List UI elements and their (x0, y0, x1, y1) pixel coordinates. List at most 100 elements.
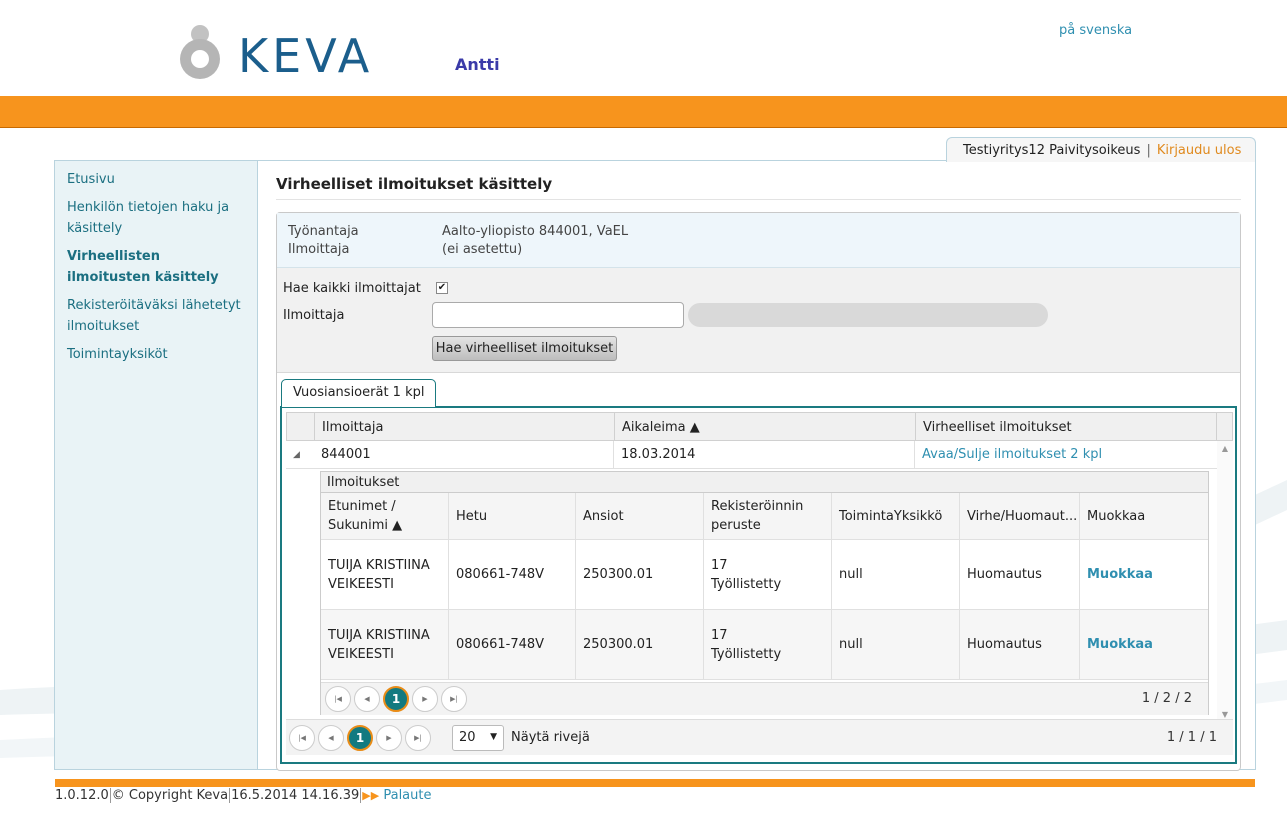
cell-name: TUIJA KRISTIINA VEIKEESTI (321, 540, 449, 609)
prev-page-icon[interactable]: ◀ (318, 725, 344, 751)
nested-pager: |◀ ◀ 1 ▶ ▶| 1 / 2 / 2 (321, 682, 1208, 715)
edit-link[interactable]: Muokkaa (1087, 565, 1153, 584)
cell-registration-basis: 17 Työllistetty (704, 540, 832, 609)
progress-bar (688, 303, 1048, 327)
basis-text: Työllistetty (711, 576, 782, 592)
page-size-value: 20 (459, 730, 476, 745)
main-frame: Etusivu Henkilön tietojen haku ja käsitt… (54, 160, 1256, 771)
content-area: Virheelliset ilmoitukset käsittely Työna… (276, 175, 1241, 771)
logout-link[interactable]: Kirjaudu ulos (1157, 143, 1242, 158)
employer-value: Aalto-yliopisto 844001, VaEL (442, 224, 629, 239)
scroll-up-arrow-icon[interactable]: ▲ (1217, 441, 1233, 453)
column-header-registration-basis[interactable]: Rekisteröinnin peruste (704, 493, 832, 539)
notices-grid: Ilmoittaja Aikaleima ▲ Virheelliset ilmo… (280, 406, 1237, 764)
feedback-arrow-icon: ▶▶ (362, 789, 380, 802)
reporter-input-label: Ilmoittaja (283, 308, 345, 323)
page-size-select[interactable]: 20 ▼ (452, 725, 504, 751)
column-header-unit[interactable]: ToimintaYksikkö (832, 493, 960, 539)
all-reporters-checkbox[interactable]: ✔ (436, 282, 448, 294)
cell-unit: null (832, 540, 960, 609)
nested-caption: Ilmoitukset (321, 472, 1208, 493)
current-page-button[interactable]: 1 (383, 686, 409, 712)
collapse-triangle-icon[interactable]: ◢ (286, 441, 314, 468)
orange-banner (0, 96, 1287, 128)
row-timestamp: 18.03.2014 (614, 441, 915, 468)
nested-header: Etunimet / Sukunimi ▲ Hetu Ansiot Rekist… (321, 493, 1208, 540)
orange-banner-border (0, 127, 1287, 128)
row-reporter: 844001 (314, 441, 614, 468)
grid-pager: |◀ ◀ 1 ▶ ▶| 20 ▼ Näytä rivejä 1 / 1 / 1 (286, 719, 1233, 755)
basis-text: Työllistetty (711, 646, 782, 662)
next-page-icon[interactable]: ▶ (376, 725, 402, 751)
cell-error: Huomautus (960, 540, 1080, 609)
cell-earnings: 250300.01 (576, 610, 704, 679)
sidebar-item-sent-notices[interactable]: Rekisteröitäväksi lähetetyt ilmoitukset (67, 295, 245, 337)
feedback-link[interactable]: Palaute (383, 788, 431, 803)
cell-hetu: 080661-748V (449, 610, 576, 679)
first-page-icon[interactable]: |◀ (289, 725, 315, 751)
page-title: Virheelliset ilmoitukset käsittely (276, 175, 1241, 200)
cell-earnings: 250300.01 (576, 540, 704, 609)
column-header-faulty-notices[interactable]: Virheelliset ilmoitukset (916, 413, 1217, 440)
column-header-hetu[interactable]: Hetu (449, 493, 576, 539)
column-header-reporter[interactable]: Ilmoittaja (315, 413, 615, 440)
search-faulty-notices-button[interactable]: Hae virheelliset ilmoitukset (432, 336, 617, 361)
grid-pager-info: 1 / 1 / 1 (1166, 730, 1217, 745)
rows-label: Näytä rivejä (511, 730, 590, 745)
column-header-error[interactable]: Virhe/Huomaut... (960, 493, 1080, 539)
table-row: ◢ 844001 18.03.2014 Avaa/Sulje ilmoituks… (286, 441, 1217, 469)
sidebar-item-person-search[interactable]: Henkilön tietojen haku ja käsittely (67, 197, 245, 239)
tab-annual-earnings[interactable]: Vuosiansioerät 1 kpl (281, 379, 437, 407)
toggle-notices-link[interactable]: Avaa/Sulje ilmoitukset 2 kpl (922, 447, 1102, 462)
info-box: Työnantaja Aalto-yliopisto 844001, VaEL … (277, 213, 1240, 268)
footer-timestamp: 16.5.2014 14.16.39 (231, 788, 360, 803)
scroll-down-arrow-icon[interactable]: ▼ (1217, 710, 1233, 719)
column-header-timestamp[interactable]: Aikaleima ▲ (615, 413, 916, 440)
edit-link[interactable]: Muokkaa (1087, 635, 1153, 654)
last-page-icon[interactable]: ▶| (441, 686, 467, 712)
brand-name: KEVA (238, 29, 373, 82)
table-row: TUIJA KRISTIINA VEIKEESTI 080661-748V 25… (321, 610, 1208, 680)
employer-label: Työnantaja (288, 224, 359, 239)
app-name: Antti (455, 55, 500, 74)
prev-page-icon[interactable]: ◀ (354, 686, 380, 712)
column-header-edit[interactable]: Muokkaa (1080, 493, 1208, 539)
user-bar: Testiyritys12 Paivitysoikeus | Kirjaudu ul… (946, 137, 1256, 162)
main-panel: Työnantaja Aalto-yliopisto 844001, VaEL … (276, 212, 1241, 771)
grid-scrollbar[interactable]: ▲ ▼ (1217, 441, 1233, 721)
sidebar-item-units[interactable]: Toimintayksiköt (67, 344, 245, 365)
reporter-label: Ilmoittaja (288, 242, 350, 257)
column-header-name[interactable]: Etunimet / Sukunimi ▲ (321, 493, 449, 539)
column-header-earnings[interactable]: Ansiot (576, 493, 704, 539)
copyright: © Copyright Keva (111, 788, 229, 803)
organization-name: Testiyritys12 Paivitysoikeus (963, 143, 1141, 158)
language-switch-link[interactable]: på svenska (1059, 23, 1132, 38)
sidebar-item-home[interactable]: Etusivu (67, 169, 245, 190)
chevron-down-icon: ▼ (490, 732, 497, 742)
cell-unit: null (832, 610, 960, 679)
user-bar-separator: | (1146, 143, 1151, 158)
sidebar: Etusivu Henkilön tietojen haku ja käsitt… (55, 161, 258, 769)
sidebar-item-faulty-notices[interactable]: Virheellisten ilmoitusten käsittely (67, 246, 245, 288)
cell-error: Huomautus (960, 610, 1080, 679)
expand-column-header (287, 413, 315, 440)
first-page-icon[interactable]: |◀ (325, 686, 351, 712)
next-page-icon[interactable]: ▶ (412, 686, 438, 712)
basis-code: 17 (711, 557, 728, 573)
table-row: TUIJA KRISTIINA VEIKEESTI 080661-748V 25… (321, 540, 1208, 610)
current-page-button[interactable]: 1 (347, 725, 373, 751)
grid-header: Ilmoittaja Aikaleima ▲ Virheelliset ilmo… (286, 412, 1233, 441)
nested-pager-info: 1 / 2 / 2 (1141, 691, 1192, 706)
reporter-value: (ei asetettu) (442, 242, 523, 257)
reporter-input[interactable] (432, 302, 684, 328)
keva-logo[interactable]: KEVA (178, 22, 428, 82)
version: 1.0.12.0 (55, 788, 109, 803)
cell-name: TUIJA KRISTIINA VEIKEESTI (321, 610, 449, 679)
last-page-icon[interactable]: ▶| (405, 725, 431, 751)
header: KEVA Antti på svenska (0, 0, 1287, 96)
filter-section: Hae kaikki ilmoittajat ✔ Ilmoittaja Hae … (277, 268, 1240, 373)
nested-notices-table: Ilmoitukset Etunimet / Sukunimi ▲ Hetu A… (320, 471, 1209, 715)
cell-registration-basis: 17 Työllistetty (704, 610, 832, 679)
all-reporters-label: Hae kaikki ilmoittajat (283, 281, 421, 296)
basis-code: 17 (711, 627, 728, 643)
